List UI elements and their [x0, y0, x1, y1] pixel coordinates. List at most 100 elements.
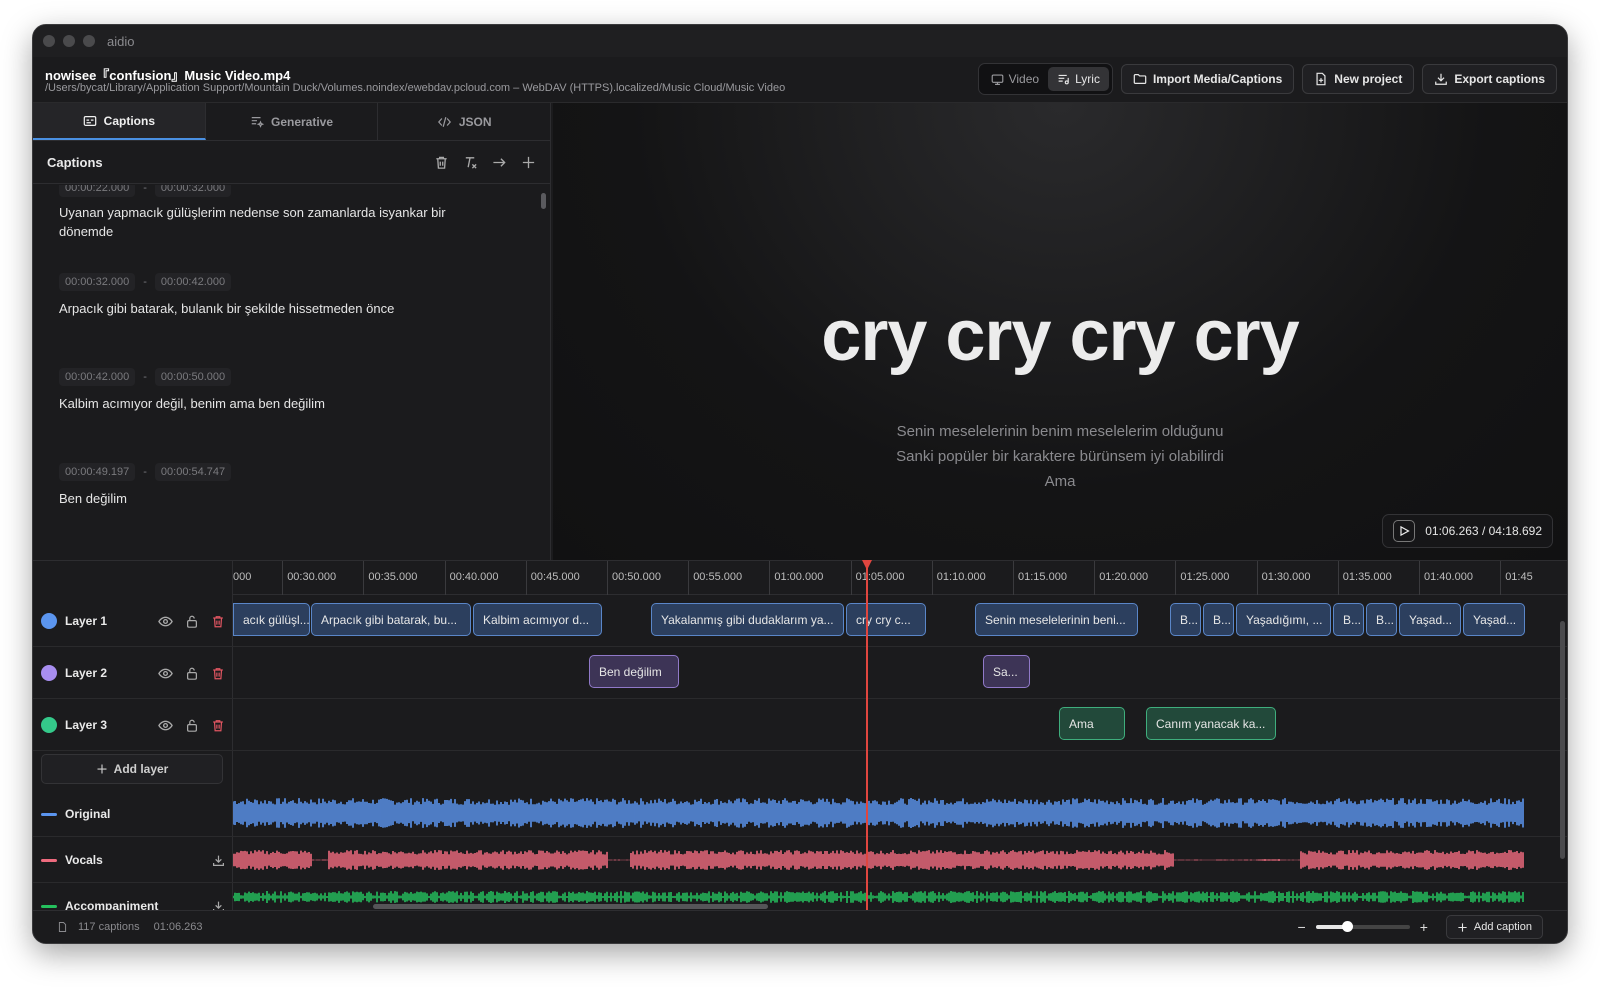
timeline: 000 00:30.000 00:35.000 00:40.000 00:45.000 0…	[33, 560, 1567, 913]
delete-layer-icon[interactable]	[211, 614, 225, 629]
caption-clip[interactable]: Ben değilim	[589, 655, 679, 688]
caption-item[interactable]: 00:00:22.000 - 00:00:32.000 Uyanan yapma…	[59, 185, 499, 241]
zoom-out-icon[interactable]: −	[1298, 919, 1306, 935]
lyric-view-button[interactable]: Lyric	[1048, 67, 1109, 91]
monitor-icon	[991, 73, 1004, 86]
lyric-view-label: Lyric	[1075, 72, 1100, 86]
caption-clip[interactable]: Sa...	[983, 655, 1030, 688]
caption-text[interactable]: Kalbim acımıyor değil, benim ama ben değ…	[59, 394, 499, 413]
caption-item[interactable]: 00:00:32.000 - 00:00:42.000 Arpacık gibi…	[59, 273, 499, 318]
tab-generative[interactable]: Generative	[206, 103, 379, 140]
time-ruler[interactable]: 000 00:30.000 00:35.000 00:40.000 00:45.000 0…	[233, 561, 1567, 595]
arrow-right-icon[interactable]	[492, 155, 507, 170]
minimize-window-button[interactable]	[63, 35, 75, 47]
caption-clip[interactable]: Arpacık gibi batarak, bu...	[311, 603, 471, 636]
captions-header: Captions	[33, 141, 550, 184]
ruler-tick: 01:25.000	[1175, 561, 1229, 595]
import-media-button[interactable]: Import Media/Captions	[1120, 64, 1295, 94]
unlock-icon[interactable]	[185, 666, 199, 681]
caption-clip[interactable]: Yaşad...	[1463, 603, 1525, 636]
caption-clip[interactable]: B...	[1170, 603, 1201, 636]
unlock-icon[interactable]	[185, 614, 199, 629]
delete-layer-icon[interactable]	[211, 718, 225, 733]
layer-name[interactable]: Layer 1	[65, 614, 150, 628]
caption-clip[interactable]: Yaşadığımı, ...	[1236, 603, 1331, 636]
caption-item[interactable]: 00:00:49.197 - 00:00:54.747 Ben değilim	[59, 463, 499, 508]
lyric-preview: cry cry cry cry Senin meselelerinin beni…	[553, 103, 1567, 560]
close-window-button[interactable]	[43, 35, 55, 47]
file-path: /Users/bycat/Library/Application Support…	[45, 82, 786, 94]
caption-clip[interactable]: cry cry c...	[846, 603, 926, 636]
captions-list[interactable]: 00:00:22.000 - 00:00:32.000 Uyanan yapma…	[33, 185, 542, 560]
unlock-icon[interactable]	[185, 718, 199, 733]
video-view-button[interactable]: Video	[982, 67, 1048, 91]
project-header: nowisee『confusion』Music Video.mp4 /Users…	[33, 57, 1567, 103]
zoom-window-button[interactable]	[83, 35, 95, 47]
title-bar: aidio	[33, 25, 1567, 57]
time-separator: -	[143, 371, 147, 383]
caption-clip[interactable]: Yaşad...	[1399, 603, 1461, 636]
caption-end-time[interactable]: 00:00:42.000	[154, 273, 232, 291]
eye-icon[interactable]	[158, 614, 173, 629]
tab-captions[interactable]: Captions	[33, 103, 206, 140]
caption-text[interactable]: Arpacık gibi batarak, bulanık bir şekild…	[59, 299, 499, 318]
caption-clip[interactable]: acık gülüşl...	[233, 603, 310, 636]
caption-end-time[interactable]: 00:00:50.000	[154, 368, 232, 386]
caption-end-time[interactable]: 00:00:54.747	[154, 463, 232, 481]
track-name: Vocals	[65, 853, 103, 867]
download-icon[interactable]	[212, 854, 225, 867]
caption-clip[interactable]: B...	[1333, 603, 1364, 636]
lyric-icon	[1057, 73, 1070, 86]
eye-icon[interactable]	[158, 718, 173, 733]
caption-start-time[interactable]: 00:00:42.000	[59, 368, 136, 386]
status-time: 01:06.263	[153, 921, 203, 933]
vocals-waveform[interactable]	[233, 837, 1525, 883]
zoom-slider[interactable]	[1315, 921, 1410, 932]
caption-clip[interactable]: Canım yanacak ka...	[1146, 707, 1276, 740]
trash-icon[interactable]	[434, 155, 449, 170]
track-color-line	[41, 904, 57, 908]
add-caption-button[interactable]: Add caption	[1445, 915, 1543, 939]
eye-icon[interactable]	[158, 666, 173, 681]
clear-format-icon[interactable]	[463, 155, 478, 170]
caption-text[interactable]: Uyanan yapmacık gülüşlerim nedense son z…	[59, 203, 499, 241]
zoom-slider-knob[interactable]	[1341, 921, 1353, 932]
playhead[interactable]	[862, 560, 872, 912]
code-icon	[437, 115, 452, 129]
layer-name[interactable]: Layer 2	[65, 666, 150, 680]
export-captions-label: Export captions	[1454, 72, 1545, 86]
ruler-tick: 00:45.000	[525, 561, 580, 595]
timeline-horizontal-scrollbar[interactable]	[373, 904, 768, 909]
layer-name[interactable]: Layer 3	[65, 718, 150, 732]
ruler-tick: 00:30.000	[282, 561, 336, 595]
play-button[interactable]	[1393, 520, 1416, 542]
delete-layer-icon[interactable]	[211, 666, 225, 681]
layer-row-1: Layer 1 acık gülüşl... Arpacık gibi bata…	[33, 595, 1567, 647]
caption-end-time[interactable]: 00:00:32.000	[154, 185, 232, 197]
track-vocals: Vocals	[33, 837, 1567, 883]
caption-item[interactable]: 00:00:42.000 - 00:00:50.000 Kalbim acımı…	[59, 368, 499, 413]
layer-color-dot	[41, 613, 57, 629]
zoom-in-icon[interactable]: +	[1420, 919, 1428, 935]
captions-scrollbar[interactable]	[541, 193, 546, 209]
caption-clip[interactable]: B...	[1203, 603, 1234, 636]
caption-start-time[interactable]: 00:00:32.000	[59, 273, 136, 291]
caption-clip[interactable]: Yakalanmış gibi dudaklarım ya...	[651, 603, 844, 636]
new-project-button[interactable]: New project	[1302, 64, 1415, 94]
add-layer-button[interactable]: Add layer	[41, 754, 223, 784]
timeline-vertical-scrollbar[interactable]	[1560, 621, 1565, 859]
caption-start-time[interactable]: 00:00:22.000	[59, 185, 136, 197]
ruler-tick: 000	[233, 571, 252, 583]
original-waveform[interactable]	[233, 791, 1525, 837]
plus-icon[interactable]	[521, 155, 536, 170]
caption-start-time[interactable]: 00:00:49.197	[59, 463, 136, 481]
caption-clip[interactable]: Senin meselelerinin beni...	[975, 603, 1138, 636]
tab-json[interactable]: JSON	[378, 103, 550, 140]
caption-text[interactable]: Ben değilim	[59, 489, 499, 508]
caption-clip[interactable]: Kalbim acımıyor d...	[473, 603, 602, 636]
play-icon	[1398, 525, 1410, 537]
caption-clip[interactable]: B...	[1366, 603, 1397, 636]
layer-row-2: Layer 2 Ben değilim Sa...	[33, 647, 1567, 699]
caption-clip[interactable]: Ama	[1059, 707, 1125, 740]
export-captions-button[interactable]: Export captions	[1422, 64, 1557, 94]
